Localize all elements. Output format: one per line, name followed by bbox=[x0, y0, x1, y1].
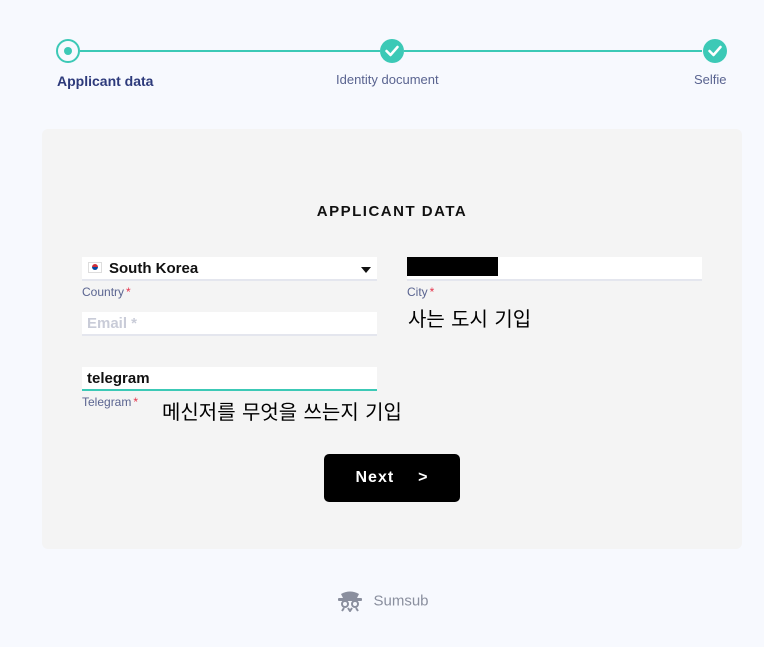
chevron-right-icon: > bbox=[418, 469, 429, 486]
korea-flag-icon bbox=[88, 262, 102, 273]
city-field[interactable] bbox=[407, 257, 702, 281]
applicant-form-card: APPLICANT DATA South Korea Country * City… bbox=[42, 129, 742, 549]
chevron-down-icon bbox=[361, 267, 371, 273]
step-connector bbox=[80, 50, 380, 52]
city-annotation: 사는 도시 기입 bbox=[408, 307, 532, 331]
step-identity-document[interactable]: Identity document bbox=[336, 72, 439, 87]
email-placeholder: Email * bbox=[87, 315, 138, 332]
country-label: Country * bbox=[82, 285, 131, 299]
country-select[interactable]: South Korea bbox=[82, 257, 377, 281]
telegram-field[interactable]: telegram bbox=[82, 367, 377, 391]
footer-brand: Sumsub bbox=[373, 592, 429, 610]
next-button-label: Next bbox=[355, 469, 395, 486]
form-title: APPLICANT DATA bbox=[316, 203, 468, 220]
stepper: Applicant data Identity document Selfie bbox=[0, 0, 764, 100]
next-button[interactable]: Next > bbox=[324, 454, 460, 502]
redacted-city-value bbox=[407, 257, 498, 276]
telegram-value: telegram bbox=[87, 370, 150, 387]
step-selfie[interactable]: Selfie bbox=[694, 72, 727, 87]
step-check-icon bbox=[380, 39, 404, 63]
city-label: City * bbox=[407, 285, 435, 299]
email-field[interactable]: Email * bbox=[82, 312, 377, 336]
sumsub-logo-icon bbox=[338, 591, 363, 612]
step-current-indicator bbox=[56, 39, 80, 63]
country-value: South Korea bbox=[109, 260, 199, 277]
step-connector bbox=[404, 50, 702, 52]
telegram-annotation: 메신저를 무엇을 쓰는지 기입 bbox=[162, 400, 402, 424]
step-check-icon bbox=[703, 39, 727, 63]
footer: Sumsub bbox=[0, 590, 764, 612]
telegram-label: Telegram * bbox=[82, 395, 139, 409]
step-applicant-data[interactable]: Applicant data bbox=[57, 73, 153, 89]
